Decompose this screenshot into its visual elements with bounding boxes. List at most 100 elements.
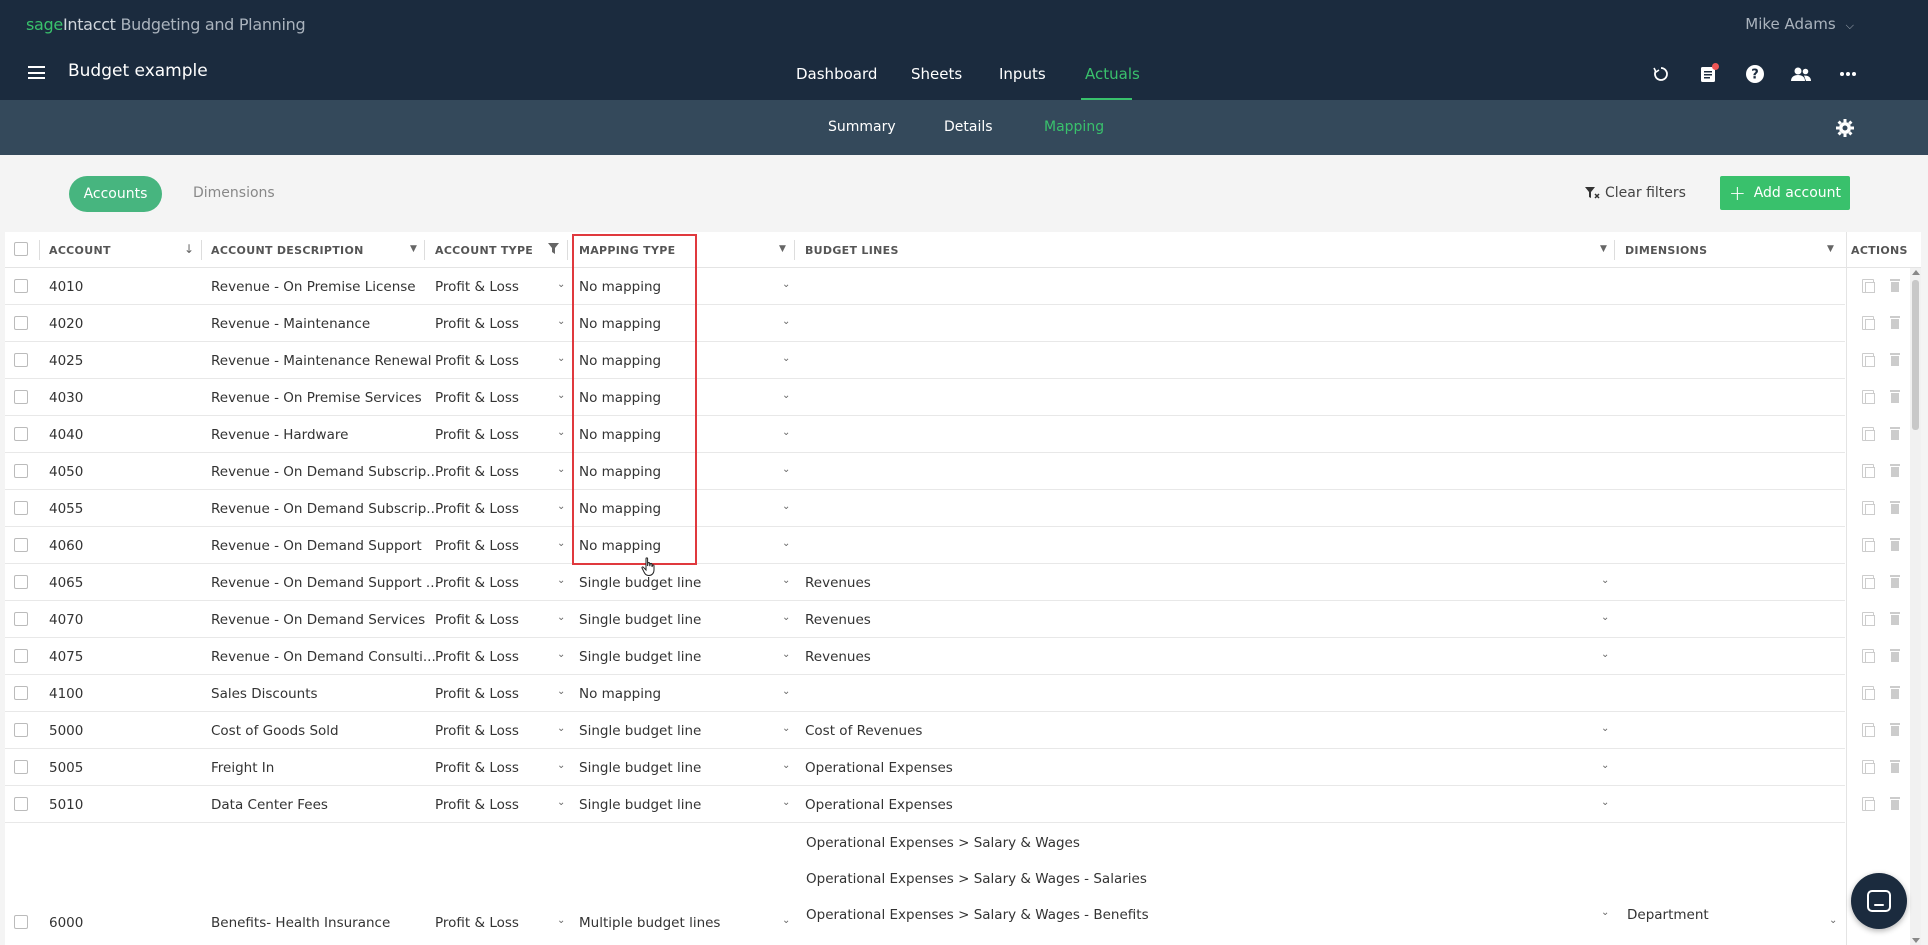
account-type-select[interactable]: Profit & Loss bbox=[435, 316, 519, 332]
chevron-down-icon[interactable]: ⌄ bbox=[1601, 797, 1609, 808]
account-type-select[interactable]: Profit & Loss bbox=[435, 649, 519, 665]
mapping-type-select[interactable]: No mapping bbox=[579, 316, 661, 332]
mapping-type-select[interactable]: No mapping bbox=[579, 427, 661, 443]
help-icon[interactable]: ? bbox=[1743, 62, 1767, 86]
chevron-down-icon[interactable]: ⌄ bbox=[557, 390, 565, 401]
chevron-down-icon[interactable]: ⌄ bbox=[1829, 915, 1837, 926]
row-checkbox[interactable] bbox=[14, 538, 28, 552]
chevron-down-icon[interactable]: ⌄ bbox=[782, 316, 790, 327]
select-all-checkbox[interactable] bbox=[14, 242, 28, 256]
chevron-down-icon[interactable]: ⌄ bbox=[782, 649, 790, 660]
mapping-type-select[interactable]: No mapping bbox=[579, 501, 661, 517]
chevron-down-icon[interactable]: ⌄ bbox=[782, 686, 790, 697]
chevron-down-icon[interactable]: ⌄ bbox=[557, 464, 565, 475]
header-budget-lines[interactable]: BUDGET LINES bbox=[805, 244, 899, 257]
chevron-down-icon[interactable]: ⌄ bbox=[557, 501, 565, 512]
budget-line-item[interactable]: Operational Expenses > Salary & Wages - … bbox=[806, 907, 1149, 923]
budget-line-select[interactable]: Revenues bbox=[805, 575, 871, 591]
chevron-down-icon[interactable]: ⌄ bbox=[1601, 723, 1609, 734]
mapping-type-select[interactable]: Multiple budget lines bbox=[579, 915, 720, 931]
table-row[interactable]: 4060 Revenue - On Demand Support Profit … bbox=[5, 527, 1900, 564]
account-type-select[interactable]: Profit & Loss bbox=[435, 686, 519, 702]
budget-line-select[interactable]: Operational Expenses bbox=[805, 760, 953, 776]
scroll-down-icon[interactable] bbox=[1912, 938, 1920, 943]
chevron-down-icon[interactable]: ⌄ bbox=[557, 797, 565, 808]
table-row[interactable]: 4050 Revenue - On Demand Subscrip... Pro… bbox=[5, 453, 1900, 490]
row-checkbox[interactable] bbox=[14, 279, 28, 293]
mapping-type-select[interactable]: Single budget line bbox=[579, 575, 701, 591]
chevron-down-icon[interactable]: ⌄ bbox=[1601, 575, 1609, 586]
scroll-thumb[interactable] bbox=[1912, 280, 1919, 430]
chevron-down-icon[interactable]: ⌄ bbox=[557, 427, 565, 438]
tab-actuals[interactable]: Actuals bbox=[1085, 65, 1140, 83]
account-type-select[interactable]: Profit & Loss bbox=[435, 797, 519, 813]
row-checkbox[interactable] bbox=[14, 353, 28, 367]
chevron-down-icon[interactable]: ⌄ bbox=[782, 760, 790, 771]
chevron-down-icon[interactable]: ⌄ bbox=[1601, 612, 1609, 623]
row-checkbox[interactable] bbox=[14, 723, 28, 737]
dimensions-toggle[interactable]: Dimensions bbox=[193, 185, 275, 201]
table-row[interactable]: 4075 Revenue - On Demand Consulti... Pro… bbox=[5, 638, 1900, 675]
table-row[interactable]: 4020 Revenue - Maintenance Profit & Loss… bbox=[5, 305, 1900, 342]
budget-line-select[interactable]: Cost of Revenues bbox=[805, 723, 922, 739]
chevron-down-icon[interactable]: ⌄ bbox=[782, 279, 790, 290]
dropdown-caret-icon[interactable]: ▼ bbox=[1600, 244, 1607, 254]
account-type-select[interactable]: Profit & Loss bbox=[435, 723, 519, 739]
chevron-down-icon[interactable]: ⌄ bbox=[557, 649, 565, 660]
account-type-select[interactable]: Profit & Loss bbox=[435, 915, 519, 931]
header-account-description[interactable]: ACCOUNT DESCRIPTION bbox=[211, 244, 364, 257]
settings-gear-icon[interactable] bbox=[1835, 118, 1855, 138]
tab-inputs[interactable]: Inputs bbox=[999, 65, 1046, 83]
clear-filters-button[interactable]: Clear filters bbox=[1584, 185, 1686, 201]
mapping-type-select[interactable]: No mapping bbox=[579, 686, 661, 702]
chevron-down-icon[interactable]: ⌄ bbox=[1601, 907, 1609, 918]
dropdown-caret-icon[interactable]: ▼ bbox=[779, 244, 786, 254]
header-mapping-type[interactable]: MAPPING TYPE bbox=[579, 244, 675, 257]
chevron-down-icon[interactable]: ⌄ bbox=[557, 279, 565, 290]
more-icon[interactable] bbox=[1836, 62, 1860, 86]
budget-line-select[interactable]: Revenues bbox=[805, 649, 871, 665]
dimension-value[interactable]: Department bbox=[1627, 907, 1709, 923]
chevron-down-icon[interactable]: ⌄ bbox=[557, 915, 565, 926]
account-type-select[interactable]: Profit & Loss bbox=[435, 464, 519, 480]
row-checkbox[interactable] bbox=[14, 649, 28, 663]
row-checkbox[interactable] bbox=[14, 686, 28, 700]
mapping-type-select[interactable]: No mapping bbox=[579, 464, 661, 480]
chevron-down-icon[interactable]: ⌄ bbox=[557, 760, 565, 771]
chevron-down-icon[interactable]: ⌄ bbox=[782, 464, 790, 475]
row-checkbox[interactable] bbox=[14, 464, 28, 478]
budget-line-select[interactable]: Revenues bbox=[805, 612, 871, 628]
chevron-down-icon[interactable]: ⌄ bbox=[557, 575, 565, 586]
tab-sheets[interactable]: Sheets bbox=[911, 65, 962, 83]
account-type-select[interactable]: Profit & Loss bbox=[435, 760, 519, 776]
table-row[interactable]: 4010 Revenue - On Premise License Profit… bbox=[5, 268, 1900, 305]
mapping-type-select[interactable]: No mapping bbox=[579, 353, 661, 369]
chevron-down-icon[interactable]: ⌄ bbox=[557, 538, 565, 549]
row-checkbox[interactable] bbox=[14, 427, 28, 441]
account-type-select[interactable]: Profit & Loss bbox=[435, 279, 519, 295]
chevron-down-icon[interactable]: ⌄ bbox=[1601, 649, 1609, 660]
budget-line-item[interactable]: Operational Expenses > Salary & Wages bbox=[806, 835, 1080, 851]
header-account[interactable]: ACCOUNT bbox=[49, 244, 111, 257]
row-checkbox[interactable] bbox=[14, 575, 28, 589]
chevron-down-icon[interactable]: ⌄ bbox=[782, 575, 790, 586]
mapping-type-select[interactable]: Single budget line bbox=[579, 797, 701, 813]
account-type-select[interactable]: Profit & Loss bbox=[435, 390, 519, 406]
user-menu[interactable]: Mike Adams ⌵ bbox=[1745, 15, 1854, 33]
refresh-icon[interactable] bbox=[1649, 62, 1673, 86]
dropdown-caret-icon[interactable]: ▼ bbox=[1827, 244, 1834, 254]
filter-icon[interactable] bbox=[548, 243, 559, 257]
table-row[interactable]: 4065 Revenue - On Demand Support ... Pro… bbox=[5, 564, 1900, 601]
table-row[interactable]: 4100 Sales Discounts Profit & Loss ⌄ No … bbox=[5, 675, 1900, 712]
chevron-down-icon[interactable]: ⌄ bbox=[557, 316, 565, 327]
account-type-select[interactable]: Profit & Loss bbox=[435, 575, 519, 591]
row-checkbox[interactable] bbox=[14, 501, 28, 515]
budget-line-item[interactable]: Operational Expenses > Salary & Wages - … bbox=[806, 871, 1147, 887]
table-row[interactable]: 5005 Freight In Profit & Loss ⌄ Single b… bbox=[5, 749, 1900, 786]
table-row[interactable]: 5010 Data Center Fees Profit & Loss ⌄ Si… bbox=[5, 786, 1900, 823]
chevron-down-icon[interactable]: ⌄ bbox=[557, 686, 565, 697]
table-row[interactable]: 5000 Cost of Goods Sold Profit & Loss ⌄ … bbox=[5, 712, 1900, 749]
add-account-button[interactable]: + Add account bbox=[1720, 176, 1850, 210]
chevron-down-icon[interactable]: ⌄ bbox=[1601, 760, 1609, 771]
chevron-down-icon[interactable]: ⌄ bbox=[782, 390, 790, 401]
